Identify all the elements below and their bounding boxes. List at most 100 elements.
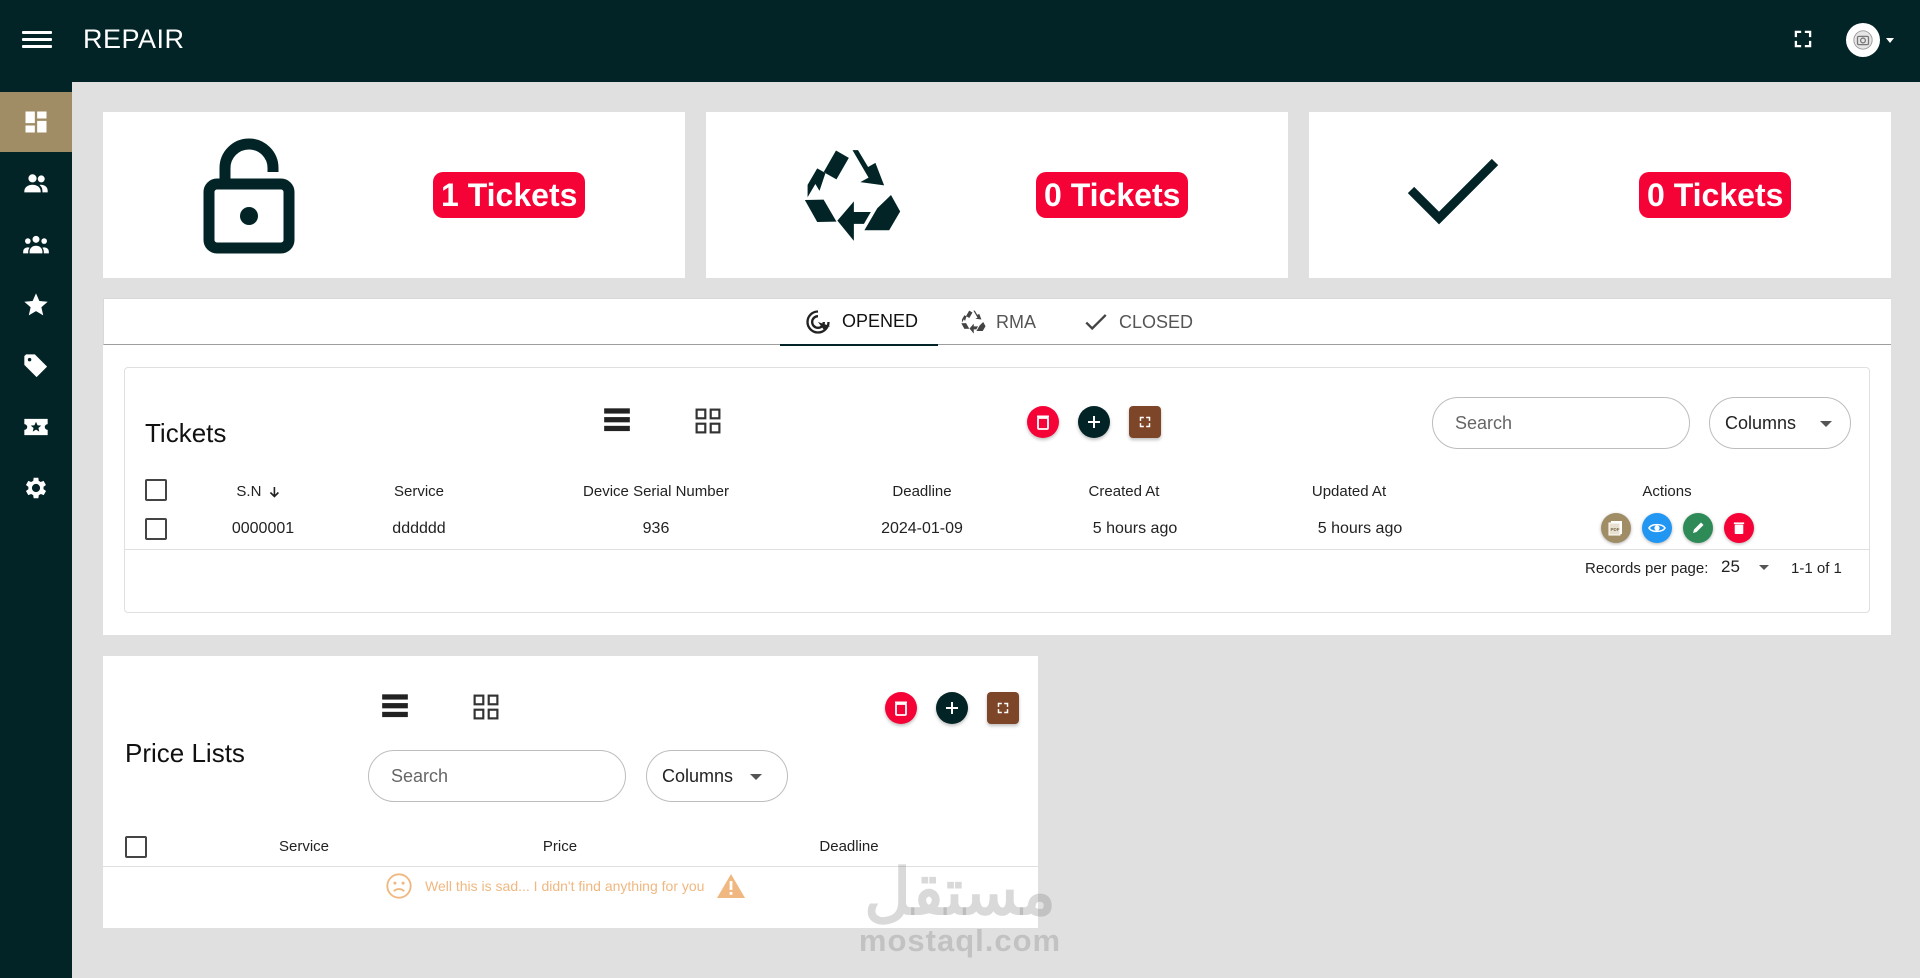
app-title: REPAIR bbox=[83, 24, 185, 54]
delete-button[interactable] bbox=[1724, 513, 1754, 543]
stat-card-opened: 1 Tickets bbox=[103, 112, 685, 278]
grid-view-icon[interactable] bbox=[695, 408, 721, 434]
check-icon bbox=[1407, 158, 1499, 225]
sidebar-item-tickets[interactable] bbox=[0, 397, 72, 457]
header-service[interactable]: Service bbox=[394, 483, 444, 500]
records-per-page-label: Records per page: bbox=[1585, 560, 1709, 577]
records-per-page-select[interactable]: 25 bbox=[1721, 557, 1769, 579]
avatar[interactable] bbox=[1846, 23, 1880, 57]
fullscreen-icon bbox=[997, 702, 1009, 714]
arrow-down-icon bbox=[270, 487, 280, 498]
camera-icon bbox=[1853, 30, 1873, 50]
header-sn[interactable]: S.N bbox=[236, 483, 281, 500]
add-ticket-button[interactable] bbox=[1078, 406, 1110, 438]
tag-icon bbox=[24, 354, 48, 378]
price-lists-title: Price Lists bbox=[125, 738, 245, 768]
empty-state-text: Well this is sad... I didn't find anythi… bbox=[425, 878, 705, 894]
tickets-table-card: Tickets Columns S.N Service Device Seria bbox=[124, 367, 1870, 613]
svg-text:PDF: PDF bbox=[1611, 527, 1620, 532]
header-created[interactable]: Created At bbox=[1089, 483, 1160, 500]
price-columns-select[interactable]: Columns bbox=[646, 750, 788, 802]
tab-rma[interactable]: RMA bbox=[958, 299, 1058, 345]
select-all-checkbox[interactable] bbox=[125, 836, 147, 858]
watermark-latin: mostaql.com bbox=[858, 923, 1062, 958]
trash-icon bbox=[1037, 415, 1049, 430]
radar-icon bbox=[806, 309, 831, 334]
tab-opened[interactable]: OPENED bbox=[780, 299, 938, 346]
menu-icon[interactable] bbox=[22, 27, 52, 53]
plus-icon bbox=[1088, 416, 1100, 428]
sidebar-item-groups[interactable] bbox=[0, 214, 72, 274]
star-icon bbox=[24, 293, 48, 316]
warning-icon bbox=[717, 874, 746, 898]
header-serial[interactable]: Device Serial Number bbox=[583, 483, 729, 500]
price-search-input[interactable] bbox=[368, 750, 626, 802]
price-lists-panel: Price Lists Columns Service Price Deadli… bbox=[103, 656, 1038, 928]
ticket-star-icon bbox=[24, 418, 48, 436]
header-price[interactable]: Price bbox=[543, 838, 577, 855]
chevron-down-icon bbox=[1759, 565, 1769, 570]
sidebar-item-users[interactable] bbox=[0, 153, 72, 213]
cell-deadline: 2024-01-09 bbox=[881, 520, 963, 537]
recycle-icon bbox=[804, 150, 901, 241]
header-service[interactable]: Service bbox=[279, 838, 329, 855]
sidebar-item-favorites[interactable] bbox=[0, 275, 72, 335]
lock-open-icon bbox=[203, 138, 295, 254]
sidebar-item-settings[interactable] bbox=[0, 458, 72, 518]
view-button[interactable] bbox=[1642, 513, 1672, 543]
fullscreen-icon bbox=[1139, 416, 1151, 428]
stat-badge: 0 Tickets bbox=[1639, 172, 1792, 218]
cell-created: 5 hours ago bbox=[1092, 520, 1178, 537]
tab-closed-label: CLOSED bbox=[1119, 311, 1194, 332]
gear-icon bbox=[25, 477, 47, 499]
pdf-button[interactable]: PDF bbox=[1601, 513, 1631, 543]
expand-table-button[interactable] bbox=[987, 692, 1019, 724]
list-view-icon[interactable] bbox=[603, 406, 631, 434]
row-checkbox[interactable] bbox=[145, 518, 167, 540]
sidebar-item-dashboard[interactable] bbox=[0, 92, 72, 152]
records-per-page-value: 25 bbox=[1721, 557, 1740, 576]
sad-face-icon bbox=[386, 873, 412, 899]
select-all-checkbox[interactable] bbox=[145, 479, 167, 501]
stat-card-rma: 0 Tickets bbox=[706, 112, 1288, 278]
stat-badge: 0 Tickets bbox=[1036, 172, 1189, 218]
tab-bar: OPENED RMA CLOSED bbox=[103, 298, 1891, 346]
tickets-panel: OPENED RMA CLOSED Tickets Search Columns… bbox=[103, 298, 1891, 635]
fullscreen-icon[interactable] bbox=[1792, 28, 1814, 50]
grid-view-icon[interactable] bbox=[473, 694, 499, 720]
chevron-down-icon[interactable] bbox=[1886, 38, 1894, 43]
chevron-down-icon bbox=[750, 774, 762, 780]
cell-updated: 5 hours ago bbox=[1317, 520, 1403, 537]
tab-opened-label: OPENED bbox=[842, 311, 919, 331]
expand-table-button[interactable] bbox=[1129, 406, 1161, 438]
cell-sn: 0000001 bbox=[231, 520, 295, 537]
plus-icon bbox=[946, 702, 958, 714]
delete-selected-button[interactable] bbox=[885, 692, 917, 724]
columns-label: Columns bbox=[662, 765, 734, 786]
sidebar bbox=[0, 82, 72, 978]
trash-icon bbox=[895, 701, 907, 716]
check-icon bbox=[1085, 314, 1107, 331]
edit-button[interactable] bbox=[1683, 513, 1713, 543]
header-divider bbox=[103, 866, 1038, 867]
delete-selected-button[interactable] bbox=[1027, 406, 1059, 438]
chevron-down-icon bbox=[1820, 421, 1832, 427]
header-actions: Actions bbox=[1642, 483, 1692, 500]
tickets-search-input[interactable] bbox=[1432, 397, 1690, 449]
list-view-icon[interactable] bbox=[381, 692, 409, 720]
pdf-icon: PDF bbox=[1608, 521, 1622, 536]
header-deadline[interactable]: Deadline bbox=[892, 483, 951, 500]
tab-closed[interactable]: CLOSED bbox=[1083, 299, 1213, 345]
row-divider bbox=[125, 549, 1869, 550]
header-deadline[interactable]: Deadline bbox=[819, 838, 878, 855]
columns-label: Columns bbox=[1725, 412, 1797, 433]
cell-serial: 936 bbox=[642, 520, 670, 537]
groups-icon bbox=[23, 235, 49, 254]
add-price-button[interactable] bbox=[936, 692, 968, 724]
recycle-icon bbox=[961, 310, 986, 334]
sidebar-item-tags[interactable] bbox=[0, 336, 72, 396]
tickets-title: Tickets bbox=[145, 418, 227, 448]
stat-badge: 1 Tickets bbox=[433, 172, 586, 218]
tickets-columns-select[interactable]: Columns bbox=[1709, 397, 1851, 449]
header-updated[interactable]: Updated At bbox=[1312, 483, 1386, 500]
